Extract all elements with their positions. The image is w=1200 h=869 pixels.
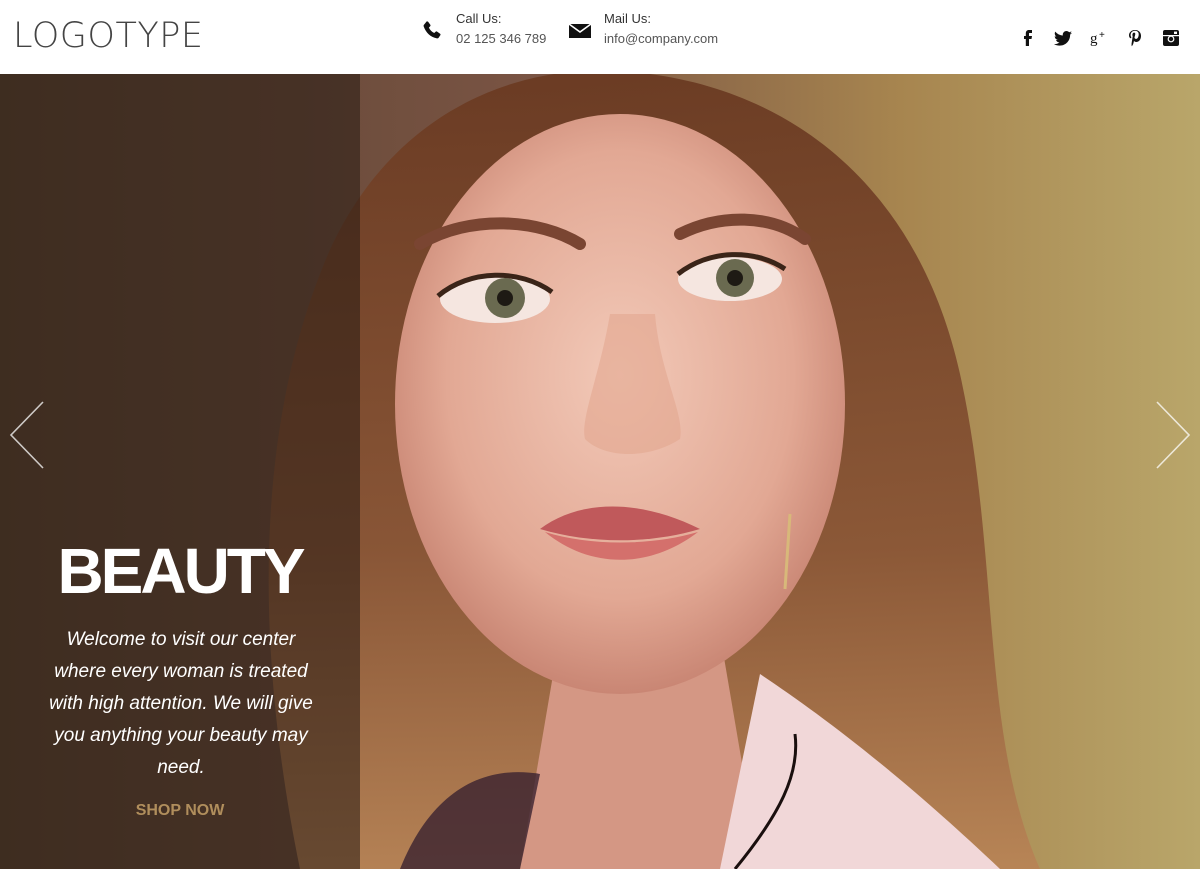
- logo[interactable]: LOGOTYPE: [13, 16, 203, 56]
- svg-text:g: g: [1090, 31, 1098, 46]
- phone-icon: [423, 21, 441, 39]
- social-links: g +: [1018, 29, 1180, 47]
- hero-title: BEAUTY: [57, 535, 305, 607]
- twitter-icon[interactable]: [1054, 29, 1072, 47]
- shop-now-button[interactable]: SHOP NOW: [0, 802, 360, 820]
- phone-number-link[interactable]: 02 125 346 789: [456, 29, 546, 49]
- mail-label: Mail Us:: [604, 11, 651, 26]
- envelope-icon: [568, 23, 592, 38]
- chevron-left-icon[interactable]: [8, 400, 48, 470]
- svg-text:+: +: [1099, 30, 1105, 41]
- call-label: Call Us:: [456, 11, 502, 26]
- call-us: Call Us: 02 125 346 789: [420, 9, 546, 49]
- facebook-icon[interactable]: [1018, 29, 1036, 47]
- google-plus-icon[interactable]: g +: [1090, 29, 1108, 47]
- chevron-right-icon[interactable]: [1152, 400, 1192, 470]
- hero-slider: BEAUTY Welcome to visit our center where…: [0, 74, 1200, 869]
- mail-us: Mail Us: info@company.com: [568, 9, 718, 49]
- instagram-icon[interactable]: [1162, 29, 1180, 47]
- pinterest-icon[interactable]: [1126, 29, 1144, 47]
- hero-description: Welcome to visit our center where every …: [49, 629, 313, 778]
- site-header: LOGOTYPE Call Us: 02 125 346 789 Mail Us…: [0, 0, 1200, 74]
- email-link[interactable]: info@company.com: [604, 29, 718, 49]
